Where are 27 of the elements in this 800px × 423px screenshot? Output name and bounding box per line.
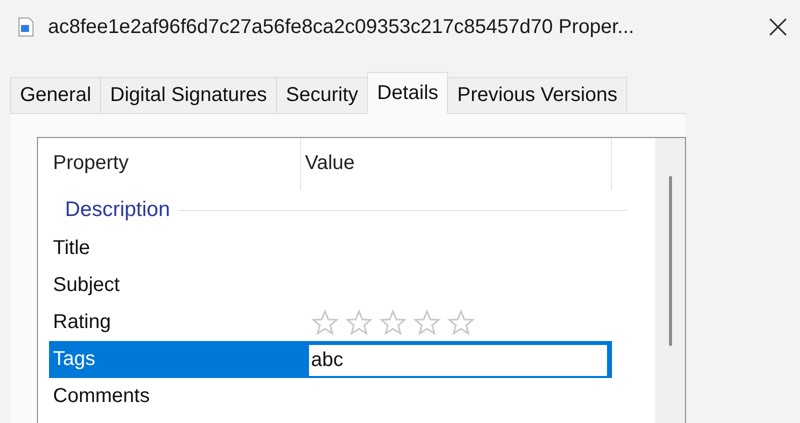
property-row[interactable]: Title <box>49 230 612 267</box>
property-row[interactable]: Rating <box>49 304 612 341</box>
column-header[interactable]: Value <box>301 138 612 190</box>
property-name: Comments <box>52 385 151 408</box>
tab[interactable]: General <box>10 77 102 114</box>
star-icon <box>343 308 375 336</box>
group-header: Description <box>65 198 170 222</box>
property-name: Tags <box>52 348 96 371</box>
tags-input[interactable]: abc <box>309 344 607 376</box>
column-header[interactable]: Property <box>49 138 301 190</box>
tab[interactable]: Details <box>367 72 448 114</box>
property-name: Title <box>52 237 92 260</box>
property-row[interactable]: Tags abc <box>49 341 612 378</box>
property-name: Rating <box>52 311 112 334</box>
star-icon <box>309 308 341 336</box>
scroll-thumb[interactable] <box>668 176 672 346</box>
star-icon <box>377 308 409 336</box>
star-icon <box>445 308 477 336</box>
tab[interactable]: Previous Versions <box>447 77 628 114</box>
scrollbar[interactable] <box>655 138 685 423</box>
image-file-icon <box>18 17 34 37</box>
property-name: Subject <box>52 274 121 297</box>
close-icon[interactable] <box>768 17 788 37</box>
property-row[interactable]: Subject <box>49 267 612 304</box>
property-row[interactable]: Comments <box>49 378 612 415</box>
window-title: ac8fee1e2af96f6d7c27a56fe8ca2c09353c217c85457d70 Proper... <box>48 16 636 38</box>
star-icon <box>411 308 443 336</box>
